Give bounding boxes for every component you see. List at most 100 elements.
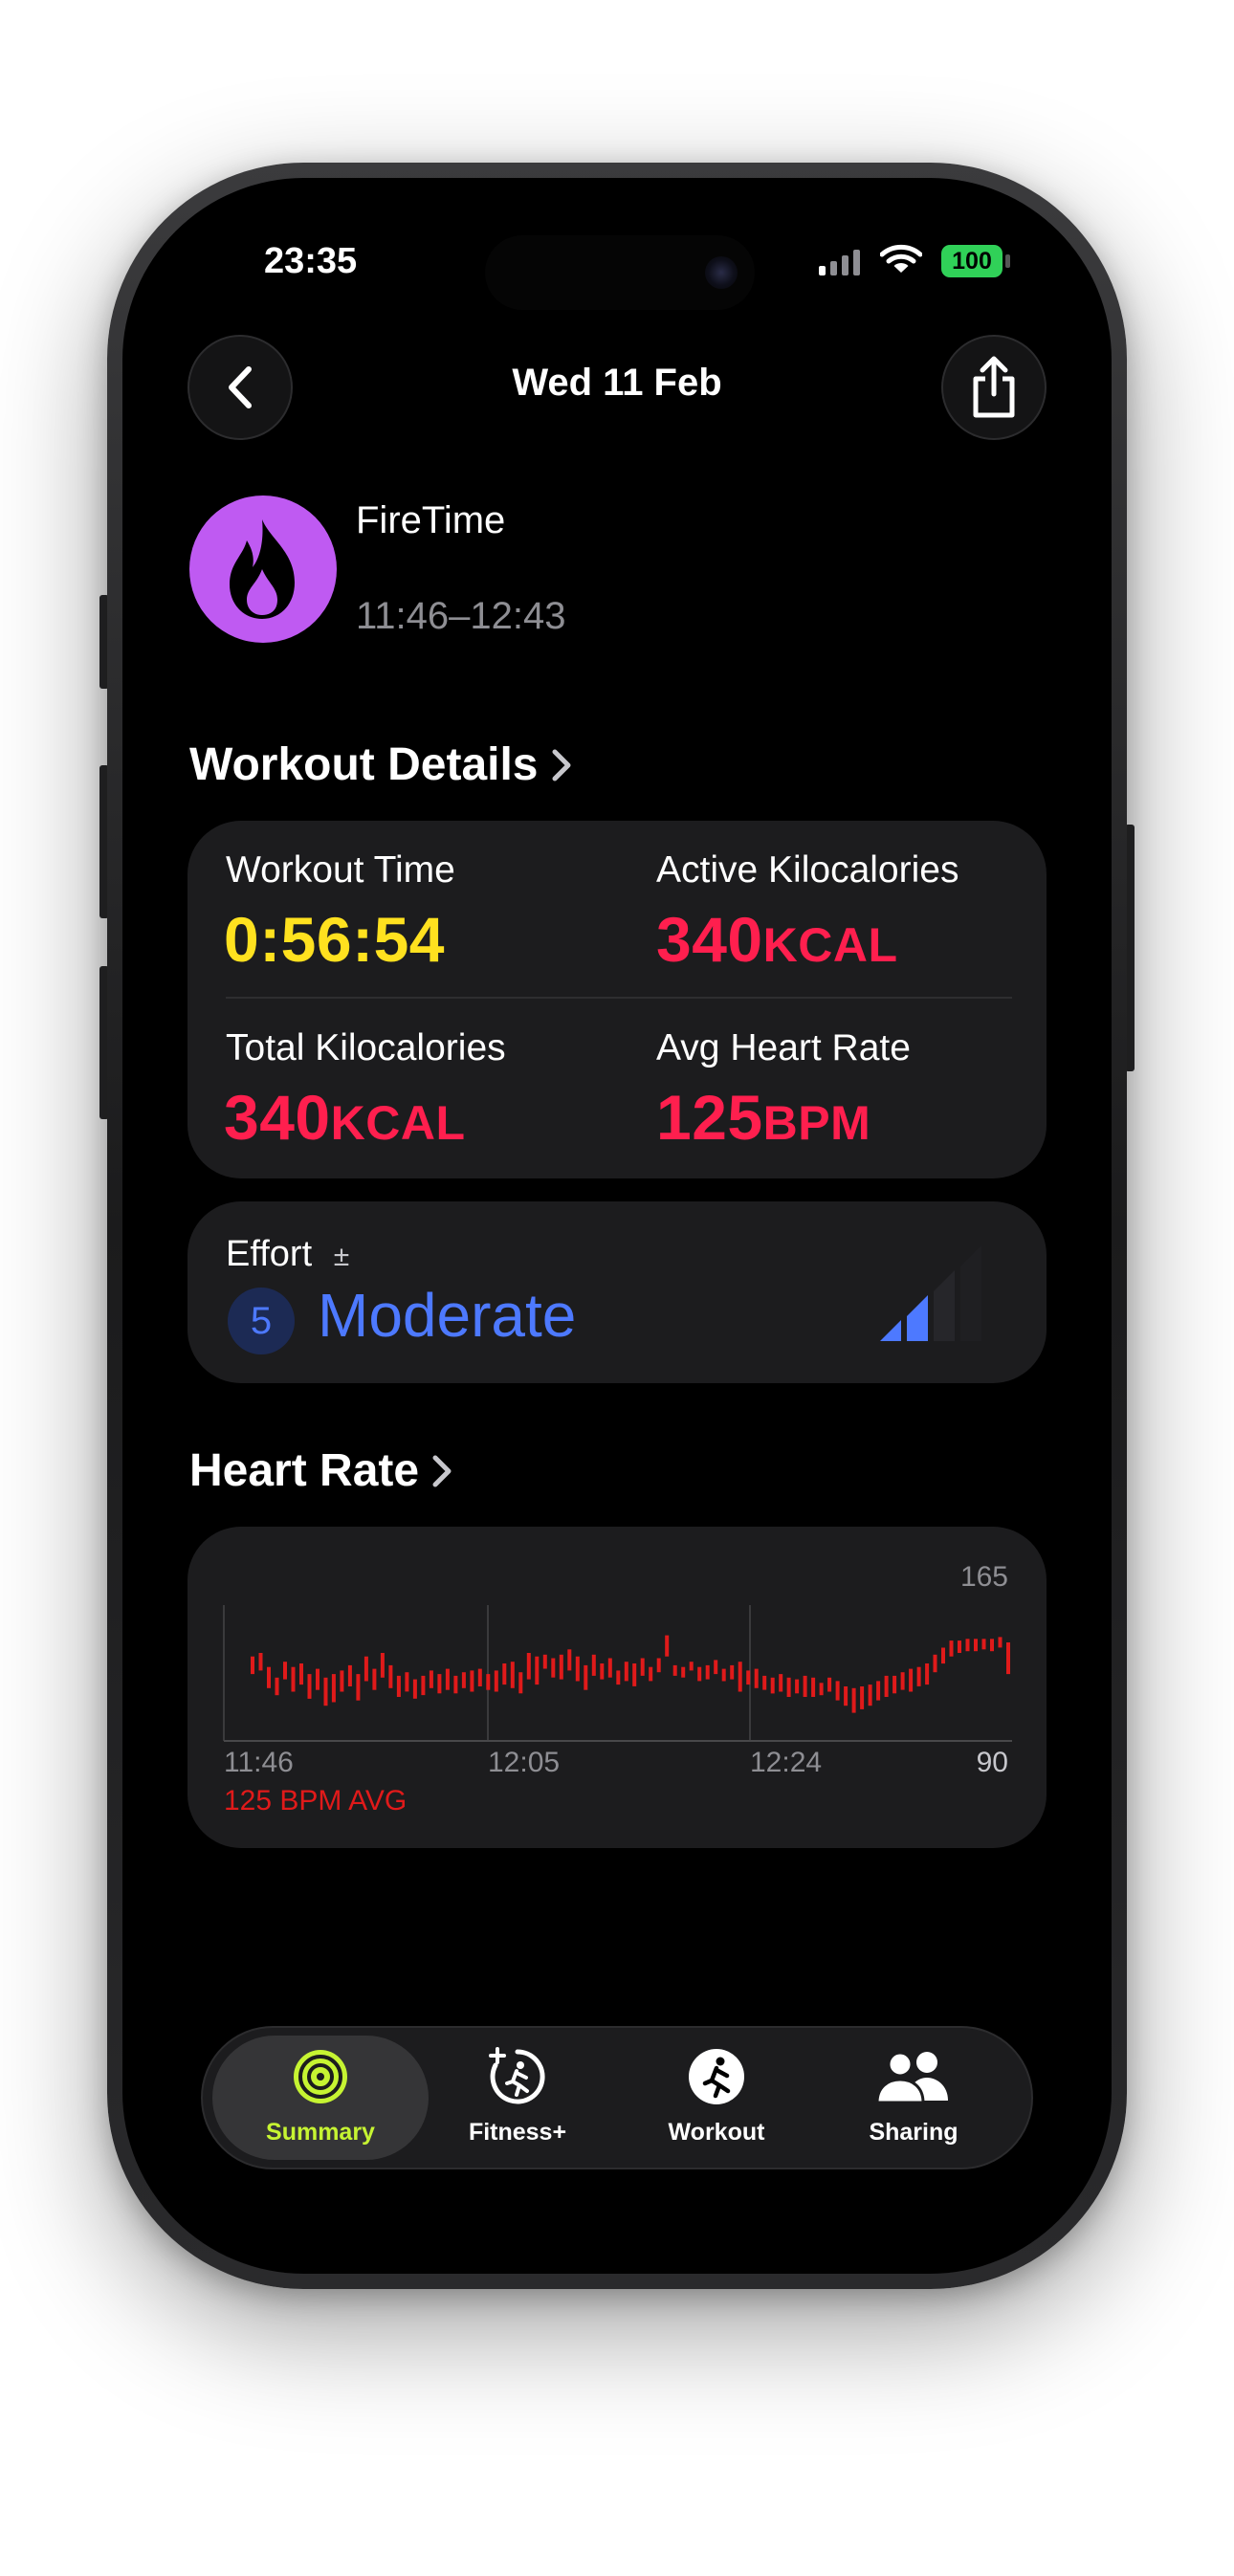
workout-time-range: 11:46–12:43 xyxy=(356,595,566,637)
tab-fitness-plus[interactable]: Fitness+ xyxy=(422,2047,613,2147)
effort-adjust-icon[interactable]: ± xyxy=(334,1241,349,1272)
tab-summary[interactable]: Summary xyxy=(225,2047,416,2147)
heart-rate-bar xyxy=(730,1664,735,1680)
heart-rate-bar xyxy=(681,1666,686,1678)
heart-rate-chart: 165 11:46 12:05 12:24 90 125 BPM AVG xyxy=(223,1561,1012,1816)
metric-value: 125 xyxy=(656,1082,763,1153)
heart-rate-bar xyxy=(372,1668,377,1690)
activity-rings-icon xyxy=(294,2050,347,2103)
heart-rate-bar xyxy=(299,1663,303,1685)
heart-rate-bar xyxy=(429,1670,433,1688)
heart-rate-bar xyxy=(860,1686,865,1709)
heart-rate-bar xyxy=(477,1668,482,1686)
heart-rate-bar xyxy=(640,1658,645,1676)
heart-rate-bar xyxy=(607,1658,612,1678)
heart-rate-bar xyxy=(470,1670,474,1692)
heart-rate-bar xyxy=(535,1656,540,1685)
running-figure-icon xyxy=(689,2049,744,2104)
heart-rate-bar xyxy=(649,1666,653,1682)
heart-rate-bar xyxy=(551,1658,556,1678)
camera-lens xyxy=(705,256,738,289)
heart-rate-bar xyxy=(291,1666,296,1692)
heart-rate-bar xyxy=(494,1670,498,1692)
y-max-label: 165 xyxy=(960,1561,1008,1593)
heart-rate-bar xyxy=(665,1635,670,1657)
fitness-plus-icon xyxy=(489,2047,545,2104)
heart-rate-bar xyxy=(811,1677,816,1697)
heart-rate-bar xyxy=(412,1679,417,1699)
heart-rate-bar xyxy=(388,1664,393,1688)
effort-bar xyxy=(880,1320,901,1341)
heart-rate-bar xyxy=(584,1664,588,1690)
back-button[interactable] xyxy=(187,335,293,440)
heart-rate-bar xyxy=(721,1668,726,1682)
metric-label: Active Kilocalories xyxy=(656,849,959,891)
heart-rate-bar xyxy=(705,1664,710,1680)
heart-rate-bar xyxy=(819,1683,824,1696)
heart-rate-bar xyxy=(884,1675,889,1697)
heart-rate-link[interactable]: Heart Rate xyxy=(189,1444,453,1497)
metric-unit: KCAL xyxy=(330,1096,466,1150)
heart-rate-bar xyxy=(267,1666,271,1688)
status-time: 23:35 xyxy=(264,241,358,281)
workout-time-value: 0:56:54 xyxy=(224,903,445,976)
heart-rate-bar xyxy=(779,1674,783,1692)
heart-rate-bars xyxy=(251,1635,1010,1713)
heart-rate-bar xyxy=(876,1681,881,1701)
screenshot-scene: 23:35 100 Wed 11 Feb FireTime 11:46–12:4… xyxy=(0,0,1234,2576)
heart-rate-bar xyxy=(909,1668,914,1692)
effort-bars-icon xyxy=(880,1245,981,1341)
metric-value: 0:56:54 xyxy=(224,904,445,975)
heart-rate-bar xyxy=(453,1675,458,1694)
metric-label: Total Kilocalories xyxy=(226,1027,506,1068)
heart-rate-bar xyxy=(486,1674,491,1690)
heart-rate-bar xyxy=(526,1653,531,1680)
share-button[interactable] xyxy=(941,335,1047,440)
tab-sharing[interactable]: Sharing xyxy=(818,2047,1009,2147)
heart-rate-bar xyxy=(754,1668,759,1688)
heart-rate-bar xyxy=(697,1666,702,1682)
heart-rate-bar xyxy=(600,1663,605,1680)
heart-rate-bar xyxy=(868,1684,872,1706)
metric-unit: KCAL xyxy=(762,918,898,972)
total-kcal-value: 340KCAL xyxy=(224,1081,466,1154)
heart-rate-bar xyxy=(738,1662,742,1692)
heart-rate-bar xyxy=(1006,1642,1010,1675)
heart-rate-bar xyxy=(421,1675,426,1696)
effort-bar xyxy=(907,1295,928,1341)
share-icon xyxy=(973,356,1015,418)
heart-rate-bar xyxy=(380,1653,385,1678)
heart-rate-bar xyxy=(949,1640,954,1657)
heart-rate-bar xyxy=(762,1675,767,1690)
heart-rate-bar xyxy=(714,1660,718,1675)
heart-rate-bar xyxy=(347,1664,352,1686)
effort-label: Effort ± xyxy=(226,1234,349,1275)
heart-rate-bar xyxy=(283,1662,287,1680)
heart-rate-bar xyxy=(405,1672,409,1692)
workout-app-icon xyxy=(189,495,337,643)
section-title-workout-details: Workout Details xyxy=(189,739,539,790)
heart-rate-bar xyxy=(251,1656,254,1675)
battery-indicator: 100 xyxy=(941,245,1003,277)
people-icon xyxy=(875,2051,948,2104)
heart-rate-bar xyxy=(591,1654,596,1676)
heart-rate-bar xyxy=(925,1663,930,1685)
heart-rate-bar xyxy=(437,1674,442,1694)
heart-rate-bar xyxy=(258,1653,263,1671)
metric-value: 340 xyxy=(224,1082,331,1153)
x-tick-label: 12:24 xyxy=(750,1747,822,1778)
chevron-right-icon xyxy=(432,1455,452,1486)
heart-rate-bar xyxy=(974,1639,978,1652)
section-title-heart-rate: Heart Rate xyxy=(189,1445,420,1496)
chevron-left-icon xyxy=(229,366,252,408)
heart-rate-bar xyxy=(746,1670,751,1685)
workout-details-link[interactable]: Workout Details xyxy=(189,738,573,791)
tab-workout[interactable]: Workout xyxy=(621,2047,812,2147)
metric-label: Avg Heart Rate xyxy=(656,1027,911,1068)
heart-rate-bar xyxy=(307,1674,312,1699)
heart-rate-bar xyxy=(844,1686,848,1706)
tab-label: Fitness+ xyxy=(468,2119,567,2146)
heart-rate-bar xyxy=(851,1687,856,1713)
x-tick-label: 11:46 xyxy=(224,1747,294,1778)
metric-value: 340 xyxy=(656,904,763,975)
